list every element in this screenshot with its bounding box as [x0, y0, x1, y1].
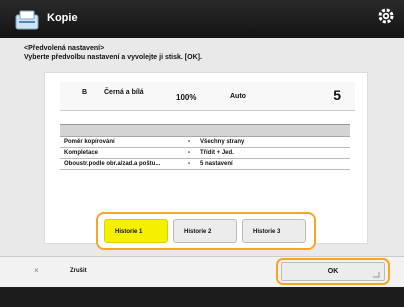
setting-row: Poměr kopírování • Všechny strany — [60, 137, 350, 148]
copy-icon — [15, 10, 39, 30]
setting-separator: • — [188, 139, 191, 145]
setting-value: 5 nastavení — [200, 161, 233, 167]
setting-separator: • — [188, 150, 191, 156]
paper-value: Auto — [230, 93, 246, 100]
close-icon[interactable]: × — [34, 266, 39, 275]
color-mode-label: Černá a bílá — [104, 89, 144, 96]
instruction-body: Vyberte předvolbu nastavení a vyvolejte … — [24, 54, 202, 61]
page-title: Kopie — [47, 12, 78, 24]
setting-key: Poměr kopírování — [64, 139, 115, 145]
setting-row: Oboustr.podle obr.a/zad.a poštu... • 5 n… — [60, 159, 350, 170]
setting-separator: • — [188, 161, 191, 167]
preset-selector: Historie 1 Historie 2 Historie 3 — [96, 212, 316, 250]
gear-icon[interactable] — [377, 7, 395, 25]
preset-history-2-button[interactable]: Historie 2 — [173, 219, 237, 243]
cancel-button[interactable]: Zrušit — [70, 268, 87, 274]
settings-list-header — [60, 125, 350, 137]
preset-history-1-button[interactable]: Historie 1 — [104, 219, 168, 243]
footer-bar — [0, 287, 404, 307]
settings-list: Poměr kopírování • Všechny strany Komple… — [60, 124, 350, 170]
setting-value: Všechny strany — [200, 139, 245, 145]
instruction-heading: <Předvolená nastavení> — [24, 45, 105, 52]
copies-count: 5 — [333, 87, 341, 103]
corner-mark-icon — [373, 272, 380, 278]
preset-history-3-button[interactable]: Historie 3 — [242, 219, 306, 243]
setting-value: Třídit + Jed. — [200, 150, 234, 156]
zoom-value: 100% — [176, 93, 197, 102]
title-bar: Kopie — [0, 0, 404, 38]
setting-row: Kompletace • Třídit + Jed. — [60, 148, 350, 159]
setting-key: Oboustr.podle obr.a/zad.a poštu... — [64, 161, 161, 167]
color-mode-icon: B — [82, 89, 88, 96]
setting-key: Kompletace — [64, 150, 99, 156]
instruction-text: <Předvolená nastavení> Vyberte předvolbu… — [24, 44, 202, 62]
ok-button[interactable]: OK — [281, 262, 385, 281]
settings-summary: B Černá a bílá 100% Auto 5 — [60, 82, 355, 111]
